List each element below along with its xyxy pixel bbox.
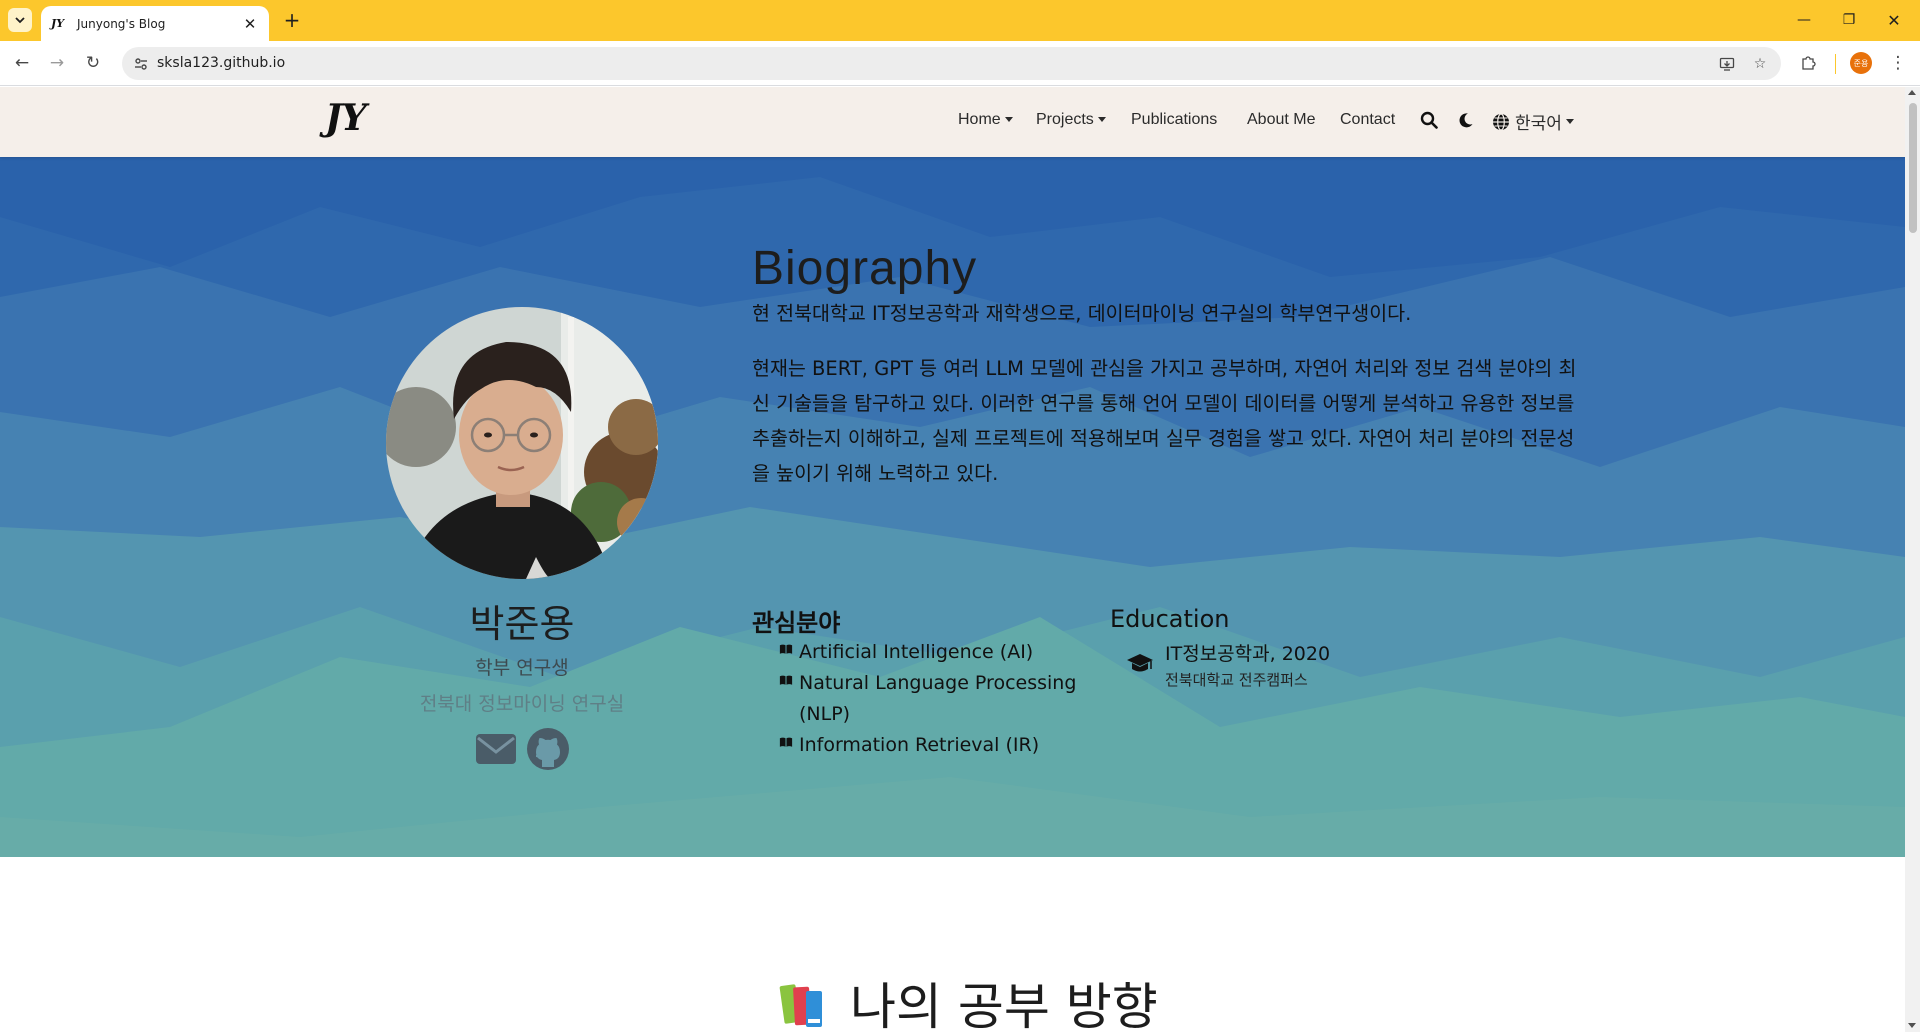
new-tab-plus-icon[interactable]: + — [281, 8, 303, 32]
profile-name: 박준용 — [469, 602, 575, 646]
biography-heading: Biography — [752, 242, 978, 295]
reload-icon[interactable]: ↻ — [80, 50, 106, 76]
minimize-icon[interactable]: — — [1784, 8, 1824, 32]
tab-search-button[interactable] — [8, 8, 32, 32]
nav-item-home[interactable]: Home — [958, 111, 1013, 129]
site-info-icon[interactable] — [132, 55, 150, 73]
site-brand-logo[interactable]: JY — [325, 97, 367, 139]
globe-icon — [1493, 112, 1509, 131]
site-navbar: JY Home Projects Publications About Me C… — [0, 87, 1905, 157]
profile-avatar[interactable]: 준용 — [1850, 52, 1872, 74]
tab-title: Junyong's Blog — [77, 16, 166, 31]
restore-icon[interactable]: ❐ — [1829, 8, 1869, 32]
kebab-menu-icon[interactable]: ⋮ — [1885, 50, 1911, 76]
page-scrollbar[interactable] — [1905, 87, 1920, 1032]
search-icon[interactable] — [1418, 109, 1440, 131]
caret-down-icon — [1565, 119, 1574, 124]
moon-icon[interactable] — [1455, 109, 1477, 131]
tab-favicon: JY — [51, 17, 65, 30]
about-hero-section: 박준용 학부 연구생 전북대 정보마이닝 연구실 Biography 현 전북대… — [0, 157, 1905, 857]
extensions-puzzle-icon[interactable] — [1795, 50, 1821, 76]
education-degree: IT정보공학과, 2020 — [1165, 643, 1331, 665]
back-arrow-icon[interactable]: ← — [9, 50, 35, 76]
page-viewport: JY Home Projects Publications About Me C… — [0, 87, 1905, 1032]
education-school: 전북대학교 전주캠퍼스 — [1165, 671, 1308, 689]
open-book-icon — [779, 675, 793, 685]
nav-item-publications[interactable]: Publications — [1131, 111, 1217, 129]
interest-item: Information Retrieval (IR) — [773, 730, 1083, 761]
scroll-thumb[interactable] — [1909, 103, 1917, 233]
language-label: 한국어 — [1515, 114, 1562, 133]
forward-arrow-icon[interactable]: → — [44, 50, 70, 76]
biography-paragraph-2: 현재는 BERT, GPT 등 여러 LLM 모델에 관심을 가지고 공부하며,… — [752, 357, 1577, 485]
github-icon[interactable] — [526, 727, 570, 771]
chevron-down-icon — [15, 17, 25, 24]
caret-down-icon — [1097, 117, 1106, 123]
toolbar-divider — [1835, 54, 1836, 74]
browser-tab-active[interactable]: JY Junyong's Blog ✕ — [41, 6, 269, 41]
profile-role: 학부 연구생 — [475, 657, 569, 679]
browser-toolbar: ← → ↻ sksla123.github.io ☆ 준용 ⋮ — [0, 41, 1920, 86]
study-direction-heading: 나의 공부 방향 — [778, 967, 1158, 1032]
interest-item: Natural Language Processing (NLP) — [773, 668, 1083, 730]
nav-item-contact[interactable]: Contact — [1340, 111, 1395, 129]
language-dropdown[interactable]: 한국어 — [1492, 109, 1574, 134]
interest-item: Artificial Intelligence (AI) — [773, 637, 1083, 668]
bookmark-star-icon[interactable]: ☆ — [1750, 54, 1770, 74]
url-text[interactable]: sksla123.github.io — [157, 55, 285, 71]
open-book-icon — [779, 644, 793, 654]
education-heading: Education — [1110, 605, 1230, 633]
scroll-down-arrow-icon[interactable] — [1908, 1023, 1916, 1028]
close-icon[interactable]: ✕ — [241, 15, 259, 33]
window-close-icon[interactable]: ✕ — [1874, 8, 1914, 32]
install-app-icon[interactable] — [1717, 54, 1737, 74]
graduation-cap-icon — [1127, 654, 1153, 672]
envelope-icon[interactable] — [474, 727, 518, 771]
browser-tab-strip: JY Junyong's Blog ✕ + — ❐ ✕ — [0, 0, 1920, 41]
open-book-icon — [779, 737, 793, 747]
study-title-text: 나의 공부 방향 — [850, 978, 1158, 1032]
interests-heading: 관심분야 — [752, 609, 841, 637]
address-bar[interactable]: sksla123.github.io ☆ — [122, 47, 1781, 80]
nav-item-projects[interactable]: Projects — [1036, 111, 1106, 129]
caret-down-icon — [1004, 117, 1013, 123]
profile-lab: 전북대 정보마이닝 연구실 — [419, 693, 625, 715]
scroll-up-arrow-icon[interactable] — [1908, 90, 1916, 95]
books-icon — [779, 984, 822, 1027]
biography-paragraph-1: 현 전북대학교 IT정보공학과 재학생으로, 데이터마이닝 연구실의 학부연구생… — [752, 302, 1412, 325]
profile-photo — [386, 307, 658, 579]
nav-item-about-me[interactable]: About Me — [1247, 111, 1315, 129]
